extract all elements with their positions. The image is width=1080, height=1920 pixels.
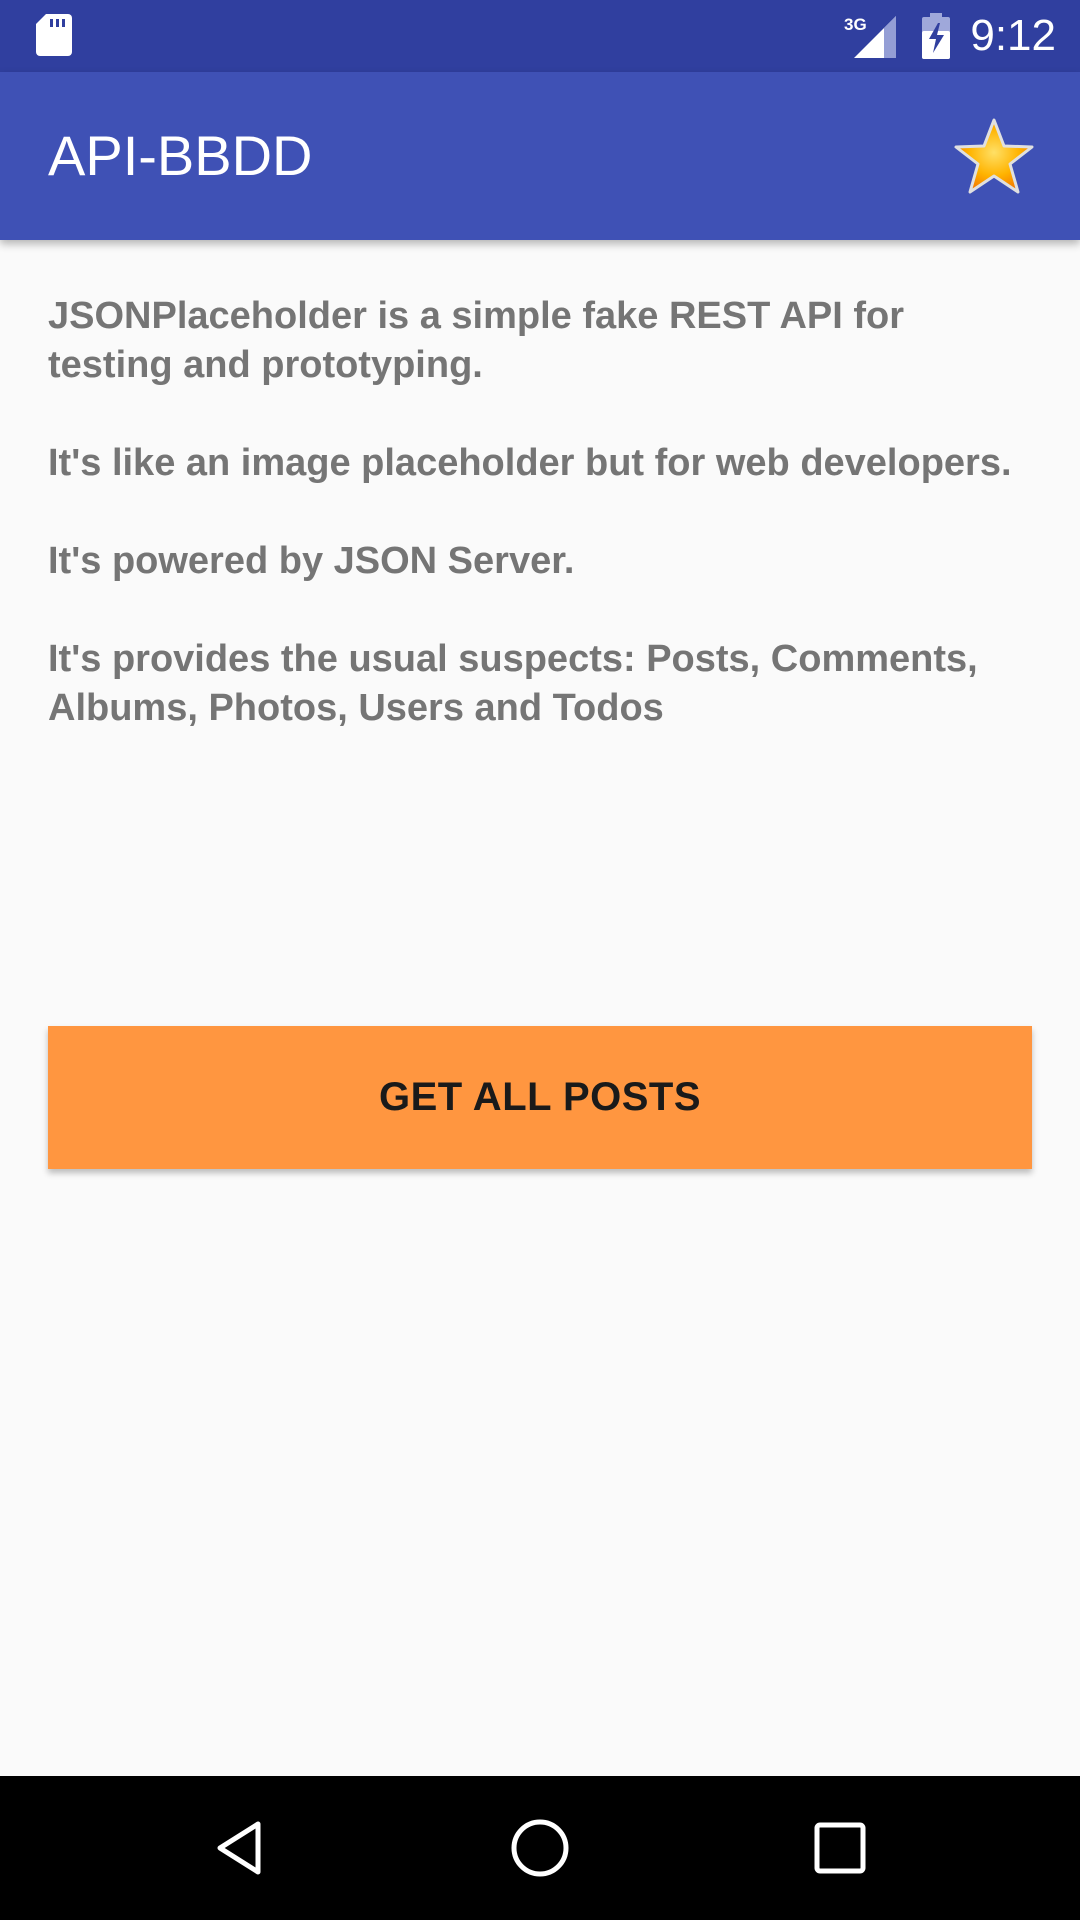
recent-apps-icon xyxy=(814,1822,866,1874)
network-type-label: 3G xyxy=(844,15,867,34)
navigation-bar xyxy=(0,1776,1080,1920)
screen: 3G 9:12 API-BBDD JSONPlaceholder is a si… xyxy=(0,0,1080,1920)
home-button[interactable] xyxy=(490,1798,590,1898)
status-bar: 3G 9:12 xyxy=(0,0,1080,72)
description-paragraph: It's powered by JSON Server. xyxy=(48,540,575,582)
status-time: 9:12 xyxy=(970,11,1056,60)
battery-charging-icon xyxy=(922,13,950,59)
get-all-posts-button[interactable]: GET ALL POSTS xyxy=(48,1026,1032,1169)
description-paragraph: It's like an image placeholder but for w… xyxy=(48,442,1012,484)
back-button[interactable] xyxy=(190,1798,290,1898)
recent-apps-button[interactable] xyxy=(790,1798,890,1898)
signal-3g-icon: 3G xyxy=(844,15,896,58)
description-paragraph: JSONPlaceholder is a simple fake REST AP… xyxy=(48,295,905,386)
app-title: API-BBDD xyxy=(48,124,313,187)
back-icon xyxy=(217,1821,261,1875)
description-paragraph: It's provides the usual suspects: Posts,… xyxy=(48,638,978,729)
description: JSONPlaceholder is a simple fake REST AP… xyxy=(48,292,1032,782)
app-bar: API-BBDD xyxy=(0,72,1080,240)
star-icon xyxy=(954,118,1034,194)
sd-card-icon xyxy=(36,14,72,56)
favorite-button[interactable] xyxy=(948,112,1040,200)
home-icon xyxy=(511,1819,569,1877)
